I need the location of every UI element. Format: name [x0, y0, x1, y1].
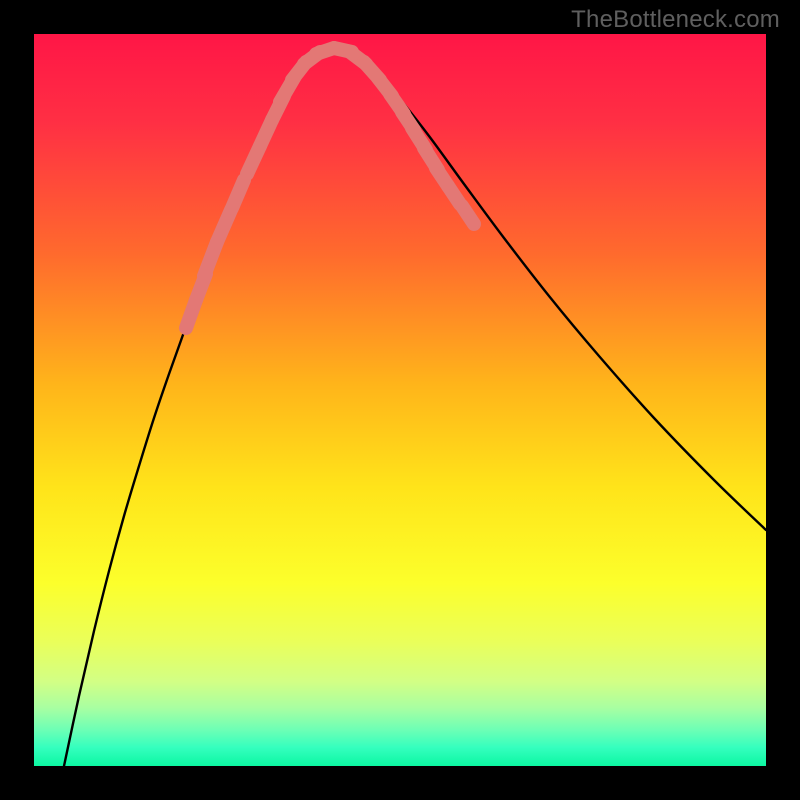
watermark-label: TheBottleneck.com: [571, 6, 780, 34]
outer-frame: TheBottleneck.com: [0, 0, 800, 800]
plot-area: [34, 34, 766, 766]
plot-svg: [34, 34, 766, 766]
gradient-fill: [34, 34, 766, 766]
highlight-segment: [462, 206, 474, 224]
